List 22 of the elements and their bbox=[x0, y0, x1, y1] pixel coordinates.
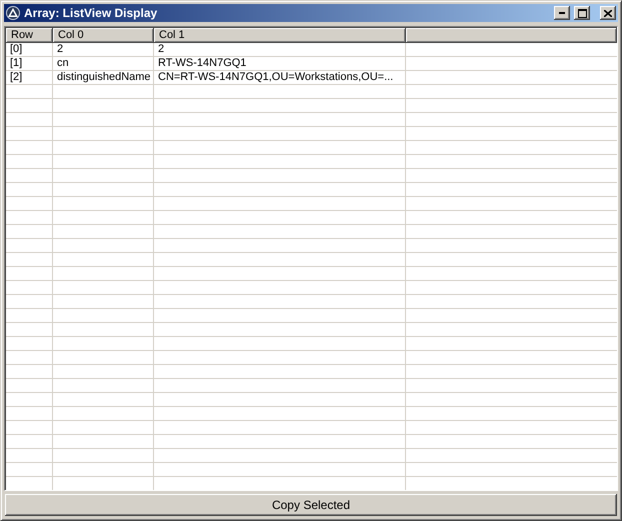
table-cell-text: cn bbox=[56, 57, 70, 70]
column-header[interactable]: Row bbox=[6, 28, 53, 43]
column-header[interactable]: Col 1 bbox=[154, 28, 406, 43]
close-icon bbox=[604, 10, 612, 16]
maximize-button[interactable] bbox=[574, 6, 590, 20]
table-cell-text: CN=RT-WS-14N7GQ1,OU=Workstations,OU=... bbox=[157, 71, 394, 84]
table-cell-text: [1] bbox=[9, 57, 24, 70]
close-button[interactable] bbox=[600, 6, 616, 20]
maximize-icon bbox=[578, 8, 586, 18]
app-icon bbox=[6, 6, 20, 20]
minimize-button[interactable] bbox=[554, 6, 570, 20]
window-title: Array: ListView Display bbox=[24, 6, 158, 20]
table-cell-text: 2 bbox=[157, 43, 166, 56]
table-cell-text: [2] bbox=[9, 71, 24, 84]
table-cell-text: [0] bbox=[9, 43, 24, 56]
column-header[interactable]: Col 0 bbox=[53, 28, 154, 43]
table-cell-text: RT-WS-14N7GQ1 bbox=[157, 57, 248, 70]
table-cell-text: 2 bbox=[56, 43, 64, 56]
column-header[interactable] bbox=[406, 28, 617, 43]
table-cell-text: distinguishedName bbox=[56, 71, 152, 84]
copy-selected-button[interactable]: Copy Selected bbox=[5, 494, 617, 516]
minimize-icon bbox=[559, 12, 565, 14]
